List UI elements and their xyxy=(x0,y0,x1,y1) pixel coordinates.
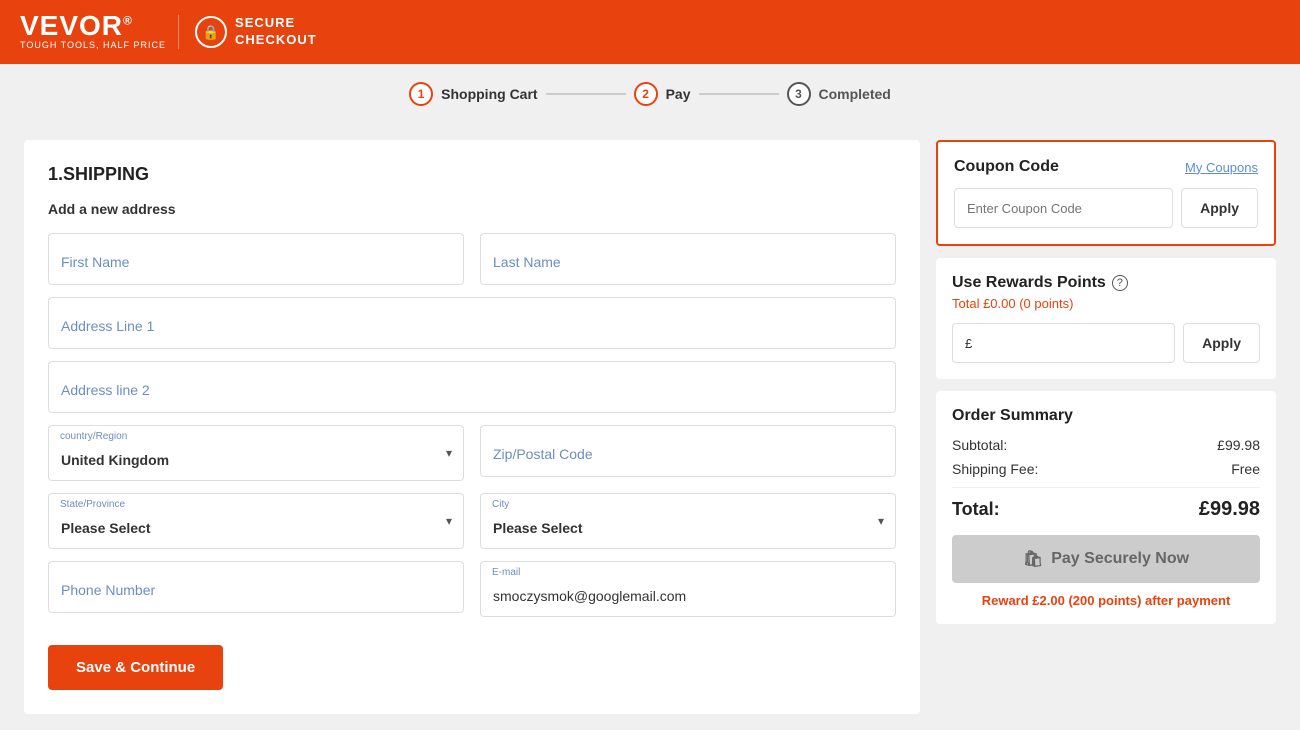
address-line1-input[interactable] xyxy=(48,297,896,349)
step-1-circle: 1 xyxy=(409,82,433,106)
rewards-title: Use Rewards Points xyxy=(952,274,1106,292)
rewards-apply-button[interactable]: Apply xyxy=(1183,323,1260,363)
reward-note-prefix: Reward xyxy=(982,593,1033,608)
step-2: 2 Pay xyxy=(634,82,691,106)
shipping-value: Free xyxy=(1231,461,1260,477)
secure-checkout-text: SECURE CHECKOUT xyxy=(235,15,317,49)
rewards-input-row: Apply xyxy=(952,323,1260,363)
logo-registered: ® xyxy=(123,14,133,28)
zip-field xyxy=(480,425,896,481)
shipping-label: Shipping Fee: xyxy=(952,461,1038,477)
coupon-title: Coupon Code xyxy=(954,158,1059,176)
shipping-panel: 1.SHIPPING Add a new address country/Reg… xyxy=(24,140,920,714)
secure-checkout-badge: 🔒 SECURE CHECKOUT xyxy=(178,15,317,49)
rewards-box: Use Rewards Points ? Total £0.00 (0 poin… xyxy=(936,258,1276,379)
order-summary: Order Summary Subtotal: £99.98 Shipping … xyxy=(936,391,1276,624)
coupon-apply-button[interactable]: Apply xyxy=(1181,188,1258,228)
total-row: Total: £99.98 xyxy=(952,498,1260,521)
step-line-1 xyxy=(546,93,626,95)
subtotal-value: £99.98 xyxy=(1217,437,1260,453)
state-label: State/Province xyxy=(60,499,125,510)
shipping-section-title: 1.SHIPPING xyxy=(48,164,896,185)
order-divider xyxy=(952,487,1260,488)
phone-email-row: E-mail xyxy=(48,561,896,617)
rewards-total: Total £0.00 (0 points) xyxy=(952,296,1260,311)
main-content: 1.SHIPPING Add a new address country/Reg… xyxy=(0,124,1300,730)
right-panel: Coupon Code My Coupons Apply Use Rewards… xyxy=(936,140,1276,714)
add-address-title: Add a new address xyxy=(48,201,896,217)
step-3-circle: 3 xyxy=(787,82,811,106)
total-value: £99.98 xyxy=(1199,498,1260,521)
coupon-header: Coupon Code My Coupons xyxy=(954,158,1258,176)
save-continue-button[interactable]: Save & Continue xyxy=(48,645,223,690)
reward-note-suffix: after payment xyxy=(1141,593,1230,608)
coupon-input-row: Apply xyxy=(954,188,1258,228)
name-row xyxy=(48,233,896,285)
step-1: 1 Shopping Cart xyxy=(409,82,537,106)
first-name-field xyxy=(48,233,464,285)
email-input[interactable] xyxy=(480,561,896,617)
vevor-logo: VEVOR® TOUGH TOOLS, HALF PRICE xyxy=(20,12,166,52)
city-select[interactable]: Please Select xyxy=(480,493,896,549)
step-1-label: Shopping Cart xyxy=(441,86,537,102)
help-icon[interactable]: ? xyxy=(1112,275,1128,291)
step-line-2 xyxy=(699,93,779,95)
pay-securely-button[interactable]: 🛍 Pay Securely Now xyxy=(952,535,1260,583)
email-label: E-mail xyxy=(492,567,520,578)
country-zip-row: country/Region United Kingdom ▾ xyxy=(48,425,896,481)
state-field: State/Province Please Select ▾ xyxy=(48,493,464,549)
shopping-bag-icon: 🛍 xyxy=(1023,549,1043,569)
logo-area: VEVOR® TOUGH TOOLS, HALF PRICE 🔒 SECURE … xyxy=(20,12,317,52)
shipping-row: Shipping Fee: Free xyxy=(952,461,1260,477)
country-label: country/Region xyxy=(60,431,127,442)
header: VEVOR® TOUGH TOOLS, HALF PRICE 🔒 SECURE … xyxy=(0,0,1300,64)
last-name-input[interactable] xyxy=(480,233,896,285)
rewards-amount-input[interactable] xyxy=(952,323,1175,363)
last-name-field xyxy=(480,233,896,285)
step-3: 3 Completed xyxy=(787,82,891,106)
phone-input[interactable] xyxy=(48,561,464,613)
country-field: country/Region United Kingdom ▾ xyxy=(48,425,464,481)
step-3-label: Completed xyxy=(819,86,891,102)
zip-input[interactable] xyxy=(480,425,896,477)
email-field: E-mail xyxy=(480,561,896,617)
step-2-label: Pay xyxy=(666,86,691,102)
phone-field xyxy=(48,561,464,617)
my-coupons-link[interactable]: My Coupons xyxy=(1185,160,1258,175)
order-summary-title: Order Summary xyxy=(952,407,1260,425)
address-line2-input[interactable] xyxy=(48,361,896,413)
first-name-input[interactable] xyxy=(48,233,464,285)
logo-text: VEVOR® xyxy=(20,12,166,40)
lock-icon: 🔒 xyxy=(195,16,227,48)
state-city-row: State/Province Please Select ▾ City Plea… xyxy=(48,493,896,549)
rewards-header: Use Rewards Points ? xyxy=(952,274,1260,292)
logo-tagline: TOUGH TOOLS, HALF PRICE xyxy=(20,40,166,52)
pay-button-label: Pay Securely Now xyxy=(1051,550,1189,568)
subtotal-row: Subtotal: £99.98 xyxy=(952,437,1260,453)
city-field: City Please Select ▾ xyxy=(480,493,896,549)
step-2-circle: 2 xyxy=(634,82,658,106)
total-label: Total: xyxy=(952,499,1000,520)
reward-amount: £2.00 (200 points) xyxy=(1032,593,1141,608)
coupon-code-input[interactable] xyxy=(954,188,1173,228)
reward-note: Reward £2.00 (200 points) after payment xyxy=(952,593,1260,608)
city-label: City xyxy=(492,499,509,510)
subtotal-label: Subtotal: xyxy=(952,437,1007,453)
checkout-stepper: 1 Shopping Cart 2 Pay 3 Completed xyxy=(0,64,1300,124)
coupon-box: Coupon Code My Coupons Apply xyxy=(936,140,1276,246)
